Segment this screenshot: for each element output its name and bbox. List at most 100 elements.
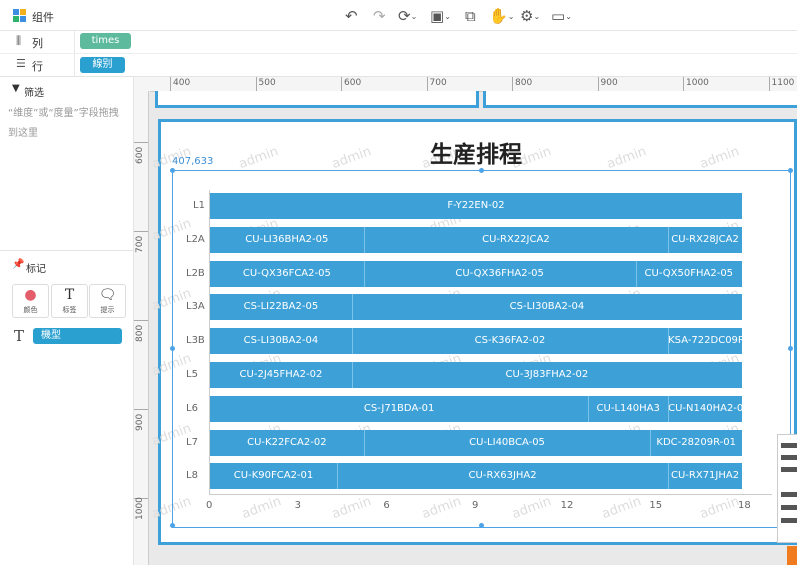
resize-handle[interactable] xyxy=(788,168,793,173)
bar-divider xyxy=(668,463,670,490)
resize-handle[interactable] xyxy=(479,168,484,173)
ruler-tick xyxy=(134,142,148,143)
x-axis-line xyxy=(209,494,772,495)
bar-label: CU-3J83FHA2-02 xyxy=(505,369,589,380)
bar-label: CU-QX36FHA2-05 xyxy=(455,267,544,279)
bar-divider xyxy=(668,328,670,355)
filter-drop-zone[interactable]: “维度”或“度量”字段拖拽到这里 xyxy=(8,104,126,144)
bar-divider xyxy=(668,226,670,253)
label-label: 标签 xyxy=(62,306,77,314)
category-label: L2B xyxy=(186,267,205,279)
rows-icon: ☰ xyxy=(16,57,26,70)
category-label: L2A xyxy=(186,233,205,245)
ruler-top-label: 400 xyxy=(173,78,191,88)
bar-label: CU-L140HA3 xyxy=(596,402,660,414)
pin-icon: 📌 xyxy=(12,259,25,270)
color-button[interactable]: ● 颜色 xyxy=(12,284,49,318)
components-label[interactable]: 组件 xyxy=(32,9,54,25)
fullscreen-icon[interactable]: ⧉ xyxy=(465,7,476,25)
category-label: L6 xyxy=(186,402,198,414)
label-button[interactable]: T 标签 xyxy=(51,284,88,318)
ruler-tick xyxy=(255,77,257,91)
bar-label: CS-J71BDA-01 xyxy=(363,402,435,414)
bar-label: F-Y22EN-02 xyxy=(447,200,505,211)
bar-label: CU-K22FCA2-02 xyxy=(247,436,327,448)
dashboard-frame-top-right[interactable] xyxy=(483,91,797,108)
ruler-tick xyxy=(134,320,148,321)
ruler-tick xyxy=(341,77,342,91)
category-label: L3B xyxy=(186,335,205,347)
resize-handle[interactable] xyxy=(788,346,793,351)
save-icon[interactable]: ▣⌄ xyxy=(430,7,451,25)
refresh-icon[interactable]: ⟳⌄ xyxy=(398,7,417,25)
undo-icon[interactable]: ↶ xyxy=(345,7,358,25)
minimap-thumbnail[interactable] xyxy=(777,434,797,543)
category-label: L5 xyxy=(186,369,198,380)
ruler-left-label: 1000 xyxy=(135,497,145,520)
hand-icon[interactable]: ✋⌄ xyxy=(489,7,514,25)
left-panel xyxy=(0,77,134,565)
divider xyxy=(74,31,75,53)
category-label: L8 xyxy=(186,470,198,482)
bar-label: CU-RX28JCA2 xyxy=(671,233,739,245)
marks-title: 标记 xyxy=(26,264,46,275)
ruler-tick xyxy=(512,77,513,91)
redo-icon[interactable]: ↷ xyxy=(373,7,386,25)
ruler-top-label: 600 xyxy=(344,78,362,88)
x-tick-label: 15 xyxy=(649,500,663,511)
text-field-pill[interactable]: 機型 xyxy=(33,328,122,344)
divider xyxy=(74,54,75,76)
bar-label: CS-LI30BA2-04 xyxy=(509,301,585,313)
bar-label: KSA-722DC09R xyxy=(668,335,745,347)
x-tick-label: 6 xyxy=(383,500,390,511)
rows-pill[interactable]: 線别 xyxy=(80,57,125,73)
bar-divider xyxy=(635,260,637,287)
text-field-icon: T xyxy=(14,327,25,345)
bar-divider xyxy=(337,463,339,490)
filter-title: 筛选 xyxy=(24,88,44,99)
columns-icon: ⫼ xyxy=(16,34,22,47)
bar-label: CU-LI36BHA2-05 xyxy=(245,233,329,245)
ruler-left-label: 800 xyxy=(135,324,145,342)
ruler-tick xyxy=(134,231,148,232)
ruler-left-label: 600 xyxy=(135,146,145,164)
display-icon[interactable]: ▭⌄ xyxy=(551,7,572,25)
bar-divider xyxy=(351,328,353,355)
ruler-top-label: 1000 xyxy=(686,78,709,88)
settings-icon[interactable]: ⚙⌄ xyxy=(520,7,540,25)
ruler-top-label: 1100 xyxy=(771,78,795,88)
bar-divider xyxy=(588,395,590,422)
bar-divider xyxy=(351,294,353,321)
category-label: L3A xyxy=(186,301,205,313)
category-label: L1 xyxy=(193,200,205,211)
bar-label: CS-LI30BA2-04 xyxy=(243,335,319,347)
columns-pill[interactable]: times xyxy=(80,33,131,49)
bar-divider xyxy=(668,395,670,422)
floating-widget[interactable] xyxy=(787,546,797,565)
dashboard-frame-top-left[interactable] xyxy=(155,91,479,108)
bar-label: CU-2J45FHA2-02 xyxy=(239,369,323,380)
columns-label: 列 xyxy=(32,37,43,50)
ruler-tick xyxy=(768,77,770,91)
bar-label: KDC-28209R-01 xyxy=(656,436,736,448)
bar-divider xyxy=(351,362,353,388)
tooltip-button[interactable]: 🗨 提示 xyxy=(89,284,126,318)
bar-label: CU-LI40BCA-05 xyxy=(469,436,545,448)
resize-handle[interactable] xyxy=(170,523,175,528)
resize-handle[interactable] xyxy=(479,523,484,528)
divider xyxy=(0,53,797,54)
x-tick-label: 9 xyxy=(472,500,479,511)
divider xyxy=(0,250,133,251)
bar-label: CU-RX22JCA2 xyxy=(482,233,550,245)
resize-handle[interactable] xyxy=(170,168,175,173)
selection-coords: 407,633 xyxy=(172,156,214,167)
ruler-left-label: 900 xyxy=(135,413,145,431)
bar-label: CS-LI22BA2-05 xyxy=(243,301,319,313)
bar-label: CU-QX36FCA2-05 xyxy=(242,267,331,279)
components-icon[interactable] xyxy=(13,9,26,22)
ruler-top-label: 800 xyxy=(515,78,533,88)
ruler-tick xyxy=(170,77,171,91)
rows-label: 行 xyxy=(32,60,43,73)
text-icon: T xyxy=(64,287,75,303)
resize-handle[interactable] xyxy=(170,346,175,351)
